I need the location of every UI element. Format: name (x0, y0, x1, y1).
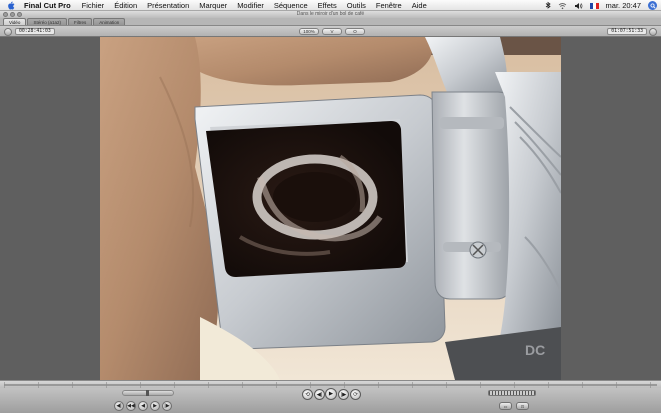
tab-stereo[interactable]: Stéréo (a1a2) (27, 18, 67, 25)
french-flag-icon[interactable] (589, 2, 599, 9)
menu-view[interactable]: Présentation (147, 0, 189, 11)
wifi-icon[interactable] (558, 2, 567, 10)
tab-motion[interactable]: Animation (93, 18, 126, 25)
previous-edit-button[interactable]: ◀| (314, 389, 325, 400)
viewer-tabs: Vidéo Stéréo (a1a2) Filtres Animation (0, 18, 661, 26)
loop-button[interactable]: ⟳ (350, 389, 361, 400)
menu-window[interactable]: Fenêtre (376, 0, 402, 11)
menu-help[interactable]: Aide (412, 0, 427, 11)
menu-mark[interactable]: Marquer (199, 0, 227, 11)
video-frame[interactable]: DC (100, 37, 561, 380)
rewind-button[interactable]: ◀◀ (126, 401, 136, 411)
close-window-button[interactable] (3, 12, 8, 17)
spotlight-icon[interactable] (648, 1, 657, 10)
apple-menu[interactable] (6, 1, 15, 10)
go-to-out-button[interactable]: |▶ (162, 401, 172, 411)
video-frame-image: DC (100, 37, 561, 380)
window-buttons (3, 12, 22, 17)
menu-edit[interactable]: Édition (114, 0, 137, 11)
duration-timecode[interactable]: 00:28:41:03 (15, 28, 55, 35)
menu-bar: Final Cut Pro Fichier Édition Présentati… (0, 0, 661, 11)
zoom-popup[interactable]: 100% (299, 28, 319, 35)
viewer-control-bar: 00:28:41:03 100% V O 01:07:51:33 (0, 26, 661, 37)
menu-extras: mar. 20:47 (545, 0, 657, 11)
view-popup[interactable]: V (322, 28, 342, 35)
play-around-button[interactable]: ⟲ (302, 389, 313, 400)
go-to-in-button[interactable]: ◀| (114, 401, 124, 411)
tab-video[interactable]: Vidéo (3, 18, 27, 25)
svg-text:DC: DC (525, 342, 545, 358)
viewer-title-bar[interactable]: Dans le miroir d'un bol de café (0, 11, 661, 18)
play-button[interactable]: ▶ (325, 388, 337, 400)
scrubber-bar[interactable] (0, 380, 661, 388)
menu-clock[interactable]: mar. 20:47 (606, 1, 641, 10)
minimize-window-button[interactable] (10, 12, 15, 17)
overlay-popup[interactable]: O (345, 28, 365, 35)
next-edit-button[interactable]: |▶ (338, 389, 349, 400)
tab-filters[interactable]: Filtres (67, 18, 93, 25)
menu-app-name[interactable]: Final Cut Pro (24, 0, 71, 11)
menu-sequence[interactable]: Séquence (274, 0, 308, 11)
shuttle-control[interactable] (488, 390, 536, 396)
menu-file[interactable]: Fichier (82, 0, 105, 11)
zoom-window-button[interactable] (17, 12, 22, 17)
bluetooth-icon[interactable] (545, 1, 551, 10)
match-frame-button[interactable]: ▭ (499, 402, 512, 410)
menu-effects[interactable]: Effets (318, 0, 337, 11)
menu-modify[interactable]: Modifier (237, 0, 264, 11)
volume-icon[interactable] (574, 2, 583, 10)
jog-knob[interactable] (146, 390, 149, 396)
current-clock-button[interactable] (649, 28, 657, 36)
viewer-title: Dans le miroir d'un bol de café (296, 11, 365, 17)
menu-tools[interactable]: Outils (347, 0, 366, 11)
mark-clip-button[interactable]: ⊡ (516, 402, 529, 410)
current-timecode[interactable]: 01:07:51:33 (607, 28, 647, 35)
step-back-button[interactable]: ◀ (138, 401, 148, 411)
play-in-out-button[interactable]: ▶ (150, 401, 160, 411)
jog-control[interactable] (122, 390, 174, 396)
apple-icon (7, 1, 14, 9)
duration-clock-button[interactable] (4, 28, 12, 36)
transport-bar: ◀| ◀◀ ◀ ▶ |▶ ⟲ ◀| ▶ |▶ ⟳ ▭ ⊡ (0, 388, 661, 413)
